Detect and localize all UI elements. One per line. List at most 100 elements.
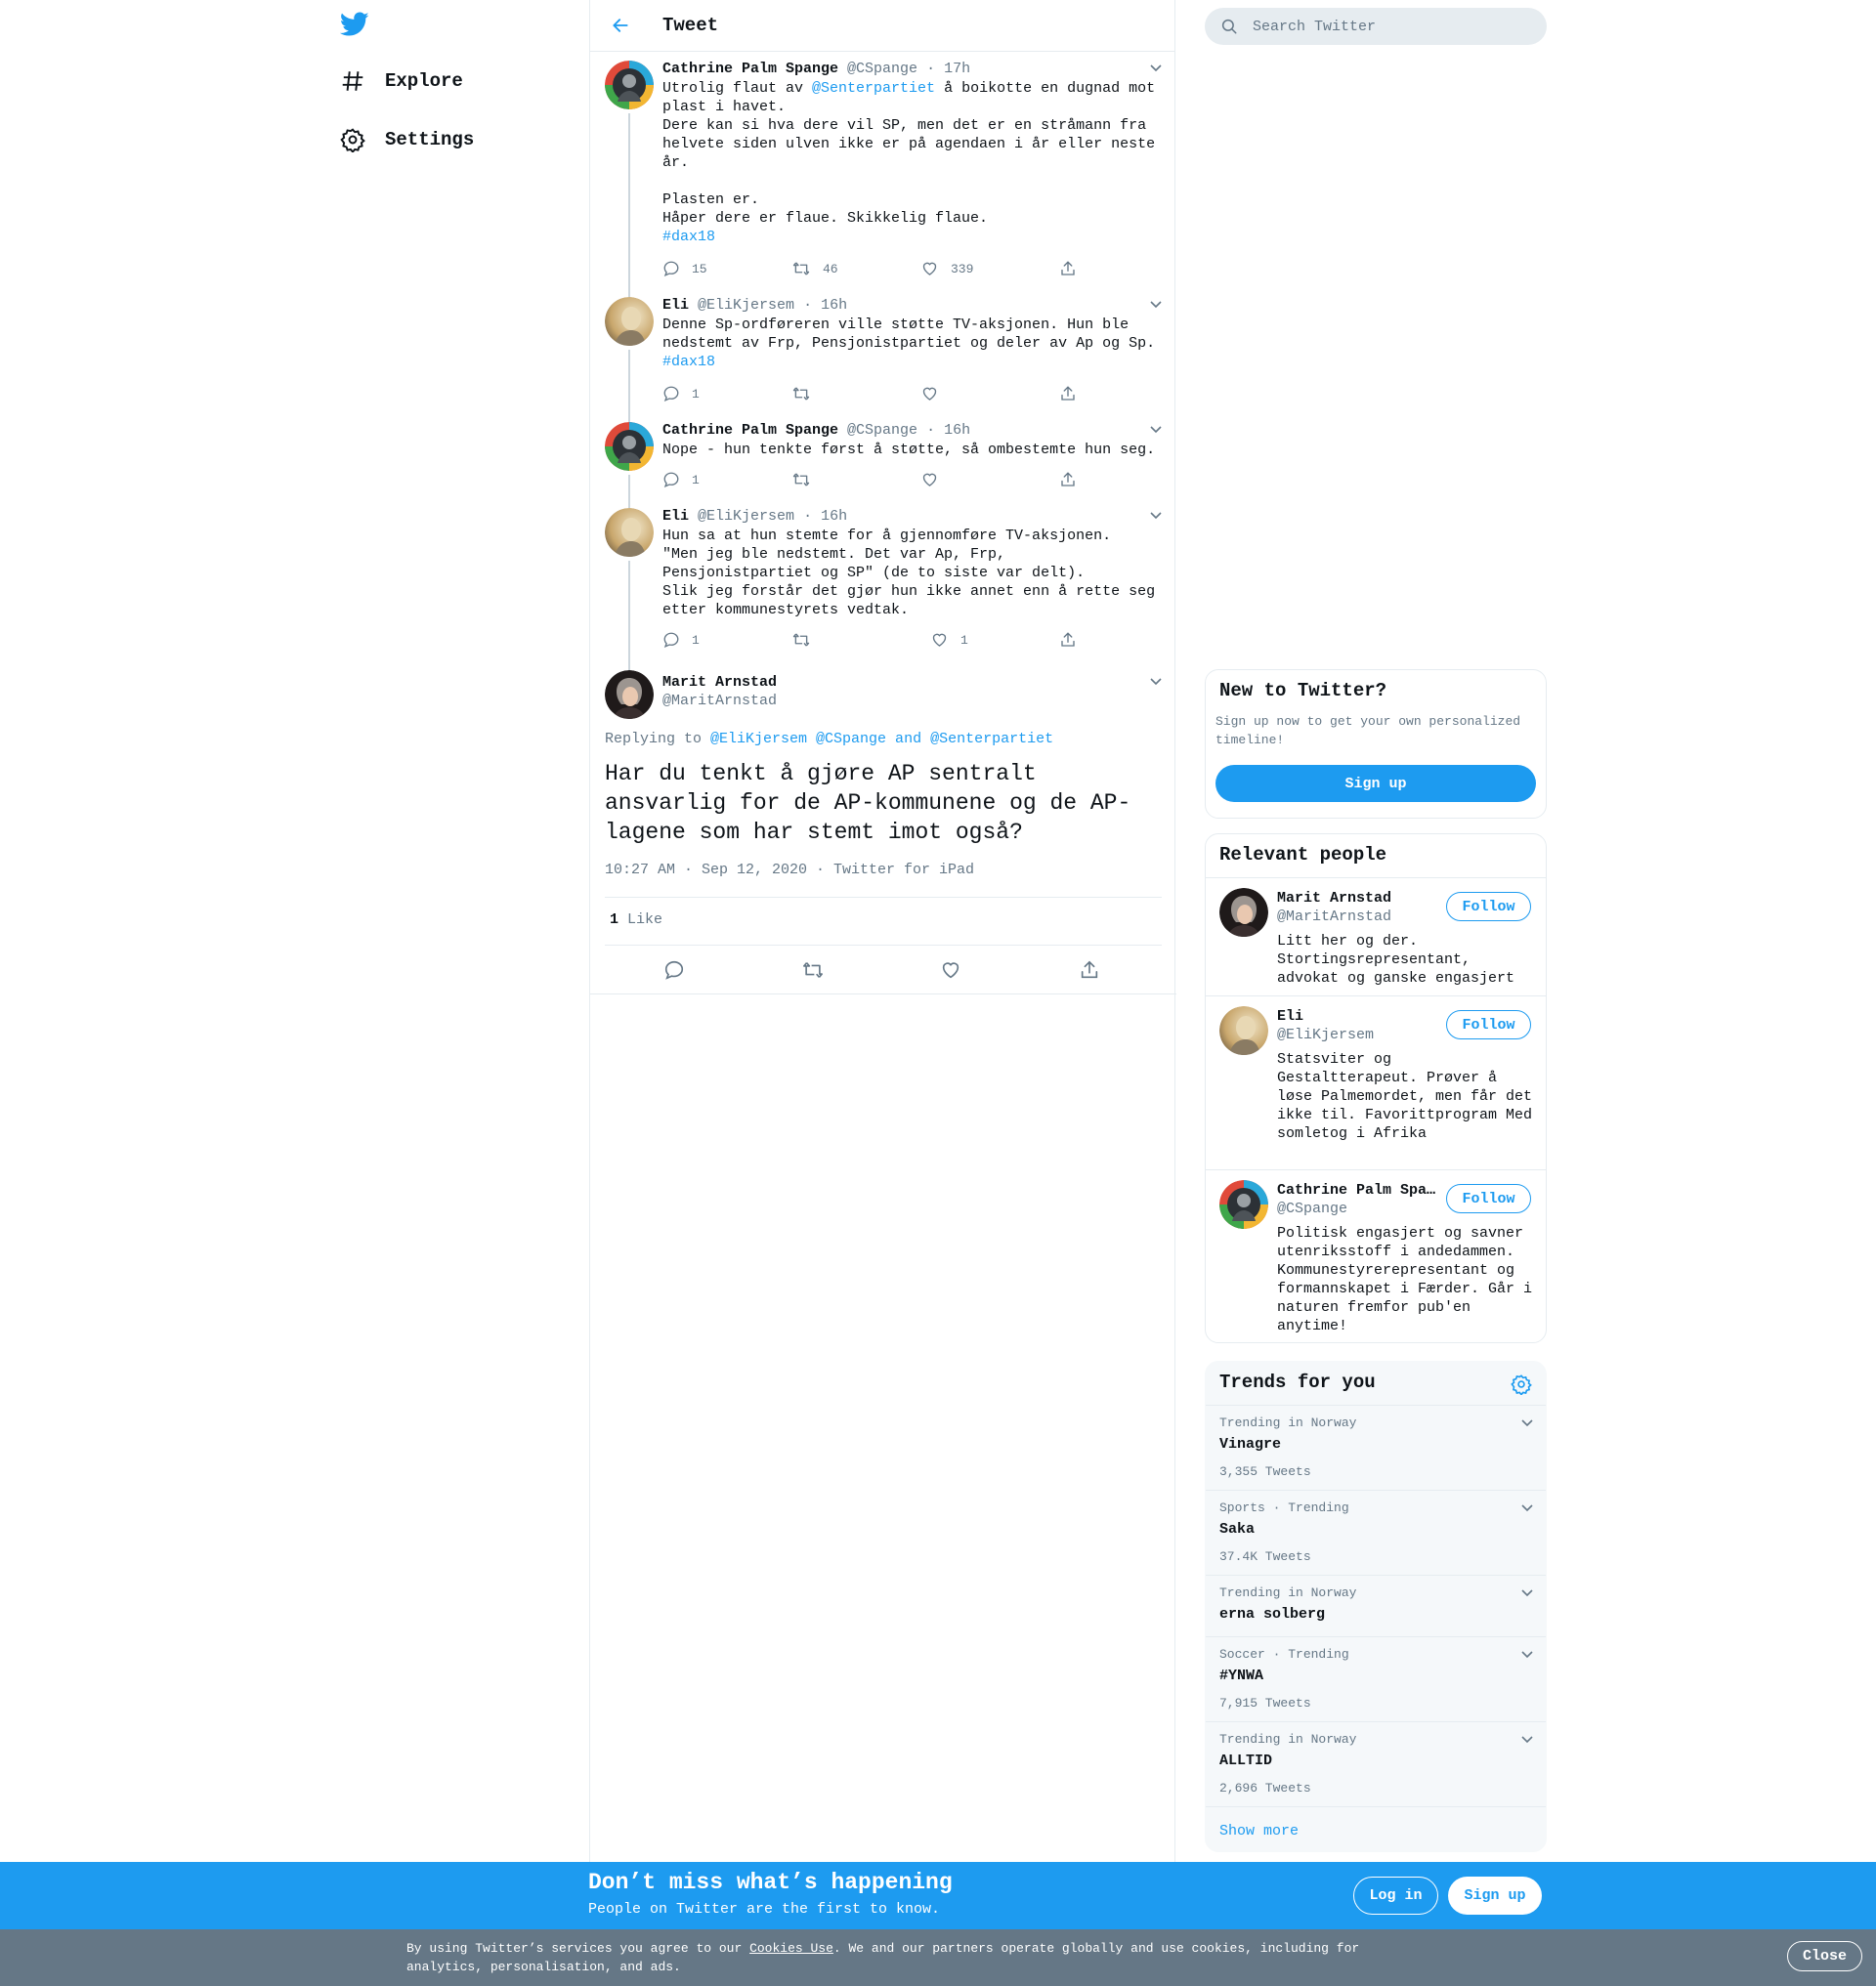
retweet-button[interactable]: 46 bbox=[791, 260, 838, 277]
relevant-people-card: Relevant people Marit Arnstad @MaritArns… bbox=[1205, 833, 1547, 1343]
share-icon[interactable] bbox=[1079, 959, 1100, 981]
reply-button[interactable]: 15 bbox=[662, 260, 707, 277]
author-name[interactable]: Eli bbox=[662, 297, 689, 314]
show-more-link[interactable]: Show more bbox=[1219, 1823, 1299, 1839]
person-item[interactable]: Marit Arnstad @MaritArnstad Litt her og … bbox=[1206, 878, 1546, 996]
search-box[interactable] bbox=[1205, 8, 1547, 45]
avatar[interactable] bbox=[605, 61, 654, 109]
nav-settings[interactable]: Settings bbox=[340, 127, 474, 152]
like-button[interactable]: 1 bbox=[930, 631, 968, 649]
like-button[interactable] bbox=[920, 385, 939, 402]
person-name[interactable]: Cathrine Palm Spange bbox=[1277, 1182, 1443, 1199]
trend-item[interactable]: Trending in Norway ALLTID 2,696 Tweets bbox=[1206, 1722, 1546, 1807]
cookies-use-link[interactable]: Cookies Use bbox=[749, 1941, 833, 1956]
avatar[interactable] bbox=[605, 670, 654, 719]
chevron-down-icon[interactable] bbox=[1520, 1649, 1534, 1659]
share-button[interactable] bbox=[1059, 385, 1077, 402]
trend-item[interactable]: Trending in Norway erna solberg bbox=[1206, 1576, 1546, 1637]
trend-context: Soccer · Trending bbox=[1219, 1647, 1349, 1662]
person-name[interactable]: Marit Arnstad bbox=[1277, 890, 1443, 907]
trend-item[interactable]: Sports · Trending Saka 37.4K Tweets bbox=[1206, 1491, 1546, 1576]
share-button[interactable] bbox=[1059, 260, 1077, 277]
replying-to-links[interactable]: @EliKjersem @CSpange and @Senterpartiet bbox=[710, 731, 1053, 747]
chevron-down-icon[interactable] bbox=[1149, 676, 1163, 686]
heart-icon bbox=[920, 471, 939, 488]
follow-button[interactable]: Follow bbox=[1446, 892, 1531, 921]
tweet-time[interactable]: · 16h bbox=[926, 422, 970, 439]
retweet-icon[interactable] bbox=[801, 959, 825, 981]
person-handle[interactable]: @MaritArnstad bbox=[1277, 908, 1391, 925]
tweet-timestamp[interactable]: 10:27 AM · Sep 12, 2020 · Twitter for iP… bbox=[605, 862, 974, 878]
chevron-down-icon[interactable] bbox=[1520, 1587, 1534, 1597]
avatar[interactable] bbox=[605, 422, 654, 471]
thread-tweet[interactable]: Eli @EliKjersem · 16h Denne Sp-ordførere… bbox=[590, 281, 1176, 422]
thread-tweet[interactable]: Eli @EliKjersem · 16h Hun sa at hun stem… bbox=[590, 500, 1176, 672]
avatar[interactable] bbox=[1219, 1006, 1268, 1055]
person-item[interactable]: Eli @EliKjersem Statsviter og Gestaltter… bbox=[1206, 996, 1546, 1170]
chevron-down-icon[interactable] bbox=[1149, 63, 1163, 72]
author-handle[interactable]: @CSpange bbox=[847, 61, 917, 77]
person-item[interactable]: Cathrine Palm Spange @CSpange Politisk e… bbox=[1206, 1170, 1546, 1342]
author-handle[interactable]: @MaritArnstad bbox=[662, 693, 777, 709]
avatar[interactable] bbox=[605, 508, 654, 557]
trend-item[interactable]: Trending in Norway Vinagre 3,355 Tweets bbox=[1206, 1406, 1546, 1491]
retweet-button[interactable] bbox=[791, 471, 811, 488]
gear-icon[interactable] bbox=[1511, 1373, 1532, 1395]
sign-up-button[interactable]: Sign up bbox=[1215, 765, 1536, 802]
search-input[interactable] bbox=[1253, 8, 1526, 45]
likes-row[interactable]: 1 Like bbox=[605, 897, 1162, 946]
person-name[interactable]: Eli bbox=[1277, 1008, 1443, 1025]
tweet-time[interactable]: · 16h bbox=[803, 297, 847, 314]
thread-tweet[interactable]: Cathrine Palm Spange @CSpange · 17h Utro… bbox=[590, 53, 1176, 293]
author-name[interactable]: Cathrine Palm Spange bbox=[662, 422, 838, 439]
follow-button[interactable]: Follow bbox=[1446, 1184, 1531, 1213]
reply-button[interactable]: 1 bbox=[662, 471, 700, 488]
hashtag-link[interactable]: #dax18 bbox=[662, 229, 715, 245]
log-in-button[interactable]: Log in bbox=[1353, 1877, 1438, 1915]
avatar[interactable] bbox=[605, 297, 654, 346]
author-handle[interactable]: @EliKjersem bbox=[698, 297, 794, 314]
twitter-bird-icon[interactable] bbox=[340, 12, 369, 37]
reply-icon[interactable] bbox=[663, 959, 685, 981]
author-name[interactable]: Marit Arnstad bbox=[662, 674, 777, 691]
retweet-icon bbox=[791, 260, 811, 277]
heart-icon[interactable] bbox=[940, 959, 961, 981]
author-handle[interactable]: @CSpange bbox=[847, 422, 917, 439]
like-button[interactable]: 339 bbox=[920, 260, 973, 277]
page-header: Tweet bbox=[590, 0, 1174, 52]
trend-item[interactable]: Soccer · Trending #YNWA 7,915 Tweets bbox=[1206, 1637, 1546, 1722]
share-button[interactable] bbox=[1059, 631, 1077, 649]
follow-button[interactable]: Follow bbox=[1446, 1010, 1531, 1039]
share-button[interactable] bbox=[1059, 471, 1077, 488]
back-arrow-icon[interactable] bbox=[610, 16, 631, 35]
reply-button[interactable]: 1 bbox=[662, 385, 700, 402]
hashtag-link[interactable]: #dax18 bbox=[662, 354, 715, 370]
avatar[interactable] bbox=[1219, 1180, 1268, 1229]
banner-title: Don’t miss what’s happening bbox=[588, 1870, 953, 1895]
tweet-time[interactable]: · 16h bbox=[803, 508, 847, 525]
reply-button[interactable]: 1 bbox=[662, 631, 700, 649]
tweet-body: Eli @EliKjersem · 16h Hun sa at hun stem… bbox=[662, 508, 1157, 619]
person-handle[interactable]: @EliKjersem bbox=[1277, 1027, 1374, 1043]
chevron-down-icon[interactable] bbox=[1520, 1734, 1534, 1744]
author-name[interactable]: Eli bbox=[662, 508, 689, 525]
avatar[interactable] bbox=[1219, 888, 1268, 937]
retweet-button[interactable] bbox=[791, 385, 811, 402]
tweet-time[interactable]: · 17h bbox=[926, 61, 970, 77]
banner-sign-up-button[interactable]: Sign up bbox=[1448, 1877, 1542, 1915]
chevron-down-icon[interactable] bbox=[1149, 424, 1163, 434]
person-handle[interactable]: @CSpange bbox=[1277, 1201, 1347, 1217]
author-handle[interactable]: @EliKjersem bbox=[698, 508, 794, 525]
author-name[interactable]: Cathrine Palm Spange bbox=[662, 61, 838, 77]
chevron-down-icon[interactable] bbox=[1149, 299, 1163, 309]
mention-link[interactable]: @Senterpartiet bbox=[812, 80, 935, 97]
like-button[interactable] bbox=[920, 471, 939, 488]
reply-count: 1 bbox=[692, 472, 700, 487]
close-button[interactable]: Close bbox=[1787, 1941, 1862, 1971]
chevron-down-icon[interactable] bbox=[1149, 510, 1163, 520]
chevron-down-icon[interactable] bbox=[1520, 1417, 1534, 1427]
nav-explore[interactable]: Explore bbox=[340, 68, 463, 94]
thread-tweet[interactable]: Cathrine Palm Spange @CSpange · 16h Nope… bbox=[590, 414, 1176, 508]
chevron-down-icon[interactable] bbox=[1520, 1502, 1534, 1512]
retweet-button[interactable] bbox=[791, 631, 811, 649]
